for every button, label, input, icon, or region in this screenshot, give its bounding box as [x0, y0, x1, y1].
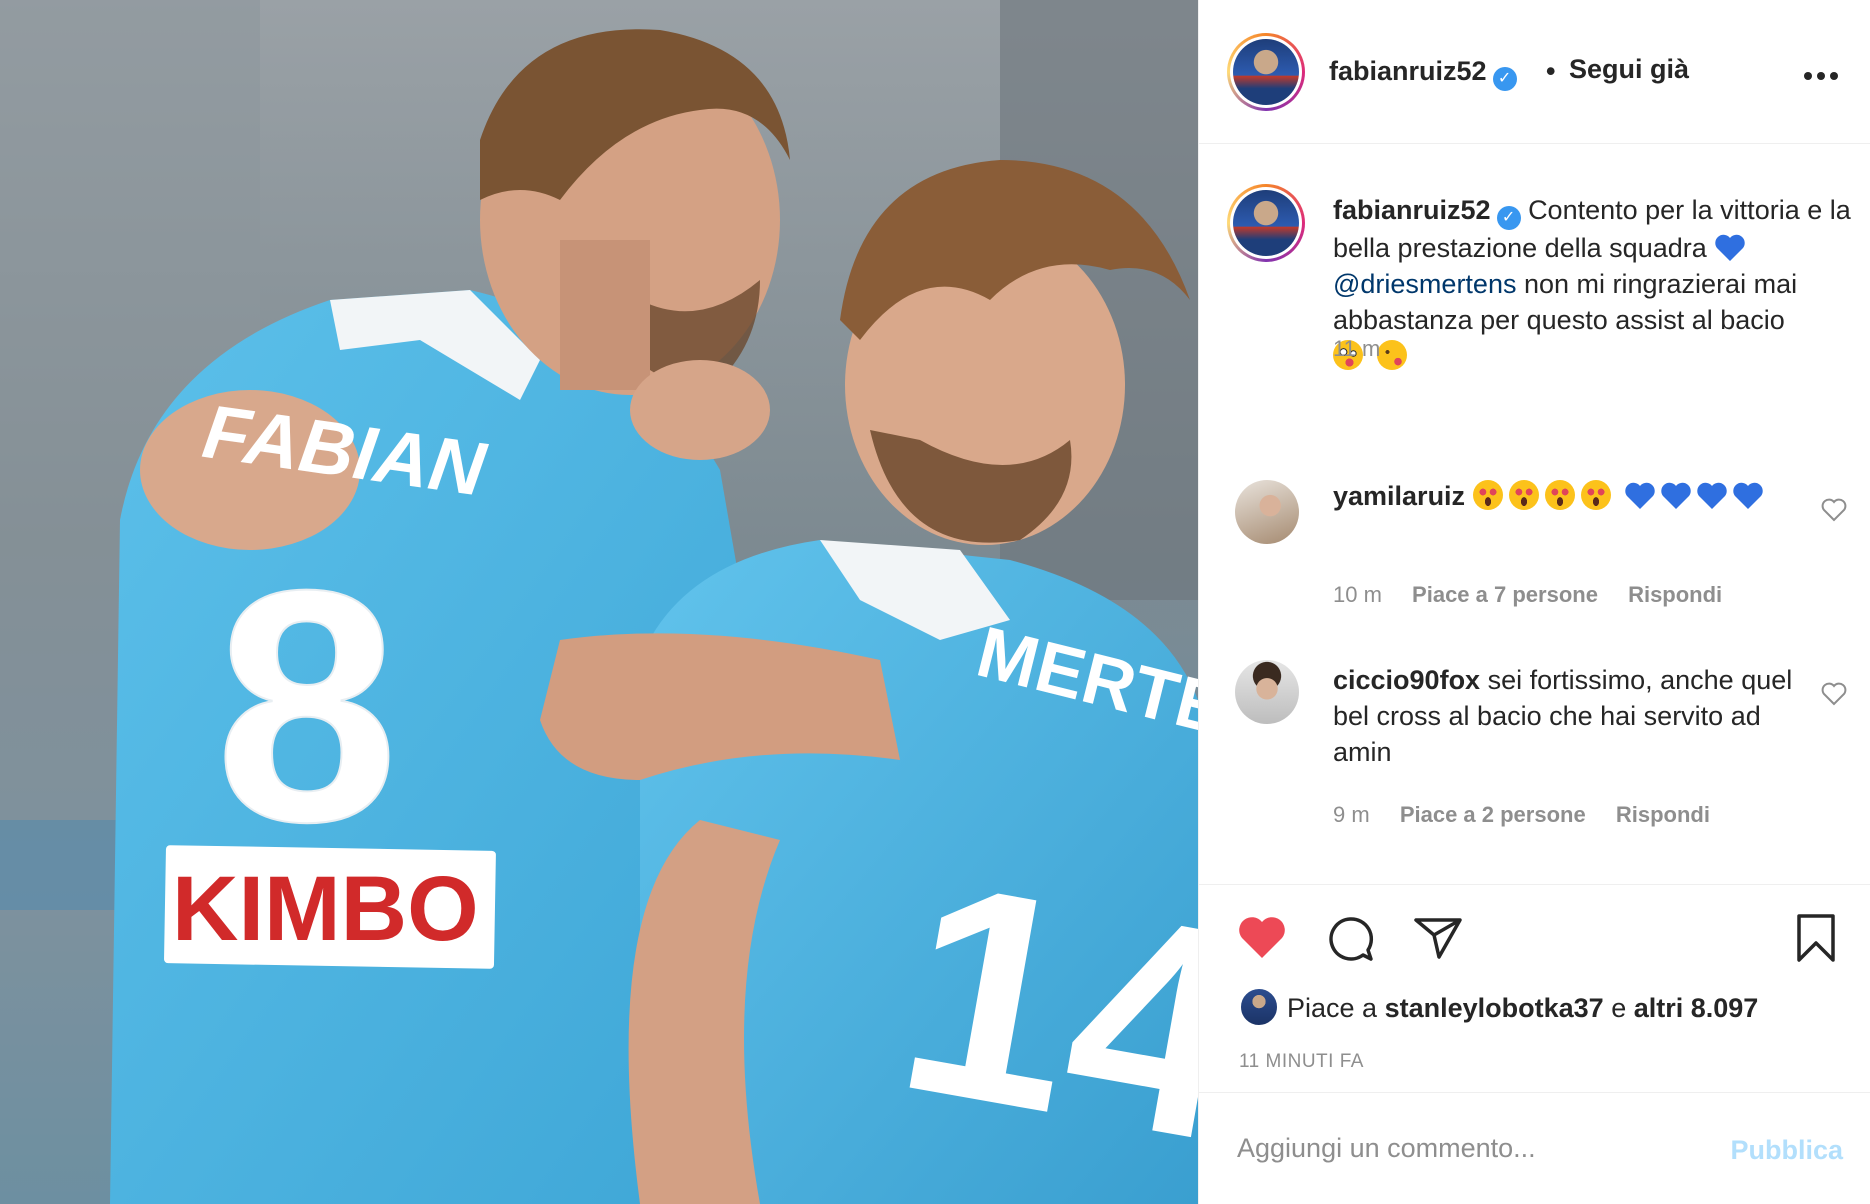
- following-button[interactable]: Segui già: [1569, 54, 1689, 85]
- comment-likes-link[interactable]: Piace a 7 persone: [1412, 582, 1598, 607]
- comment-avatar[interactable]: [1235, 480, 1299, 544]
- jersey-number-right: 14: [880, 816, 1198, 1204]
- jersey-number-left: 8: [215, 521, 399, 890]
- author-username[interactable]: fabianruiz52 ✓: [1329, 56, 1517, 91]
- comment-text: yamilaruiz: [1333, 478, 1793, 514]
- kiss-face-emoji-icon: [1376, 340, 1407, 370]
- reply-button[interactable]: Rispondi: [1628, 582, 1722, 607]
- comment-likes-link[interactable]: Piace a 2 persone: [1400, 802, 1586, 827]
- caption-time: 11 m: [1333, 336, 1381, 361]
- post-timestamp[interactable]: 11 MINUTI FA: [1239, 1051, 1364, 1073]
- mention-link[interactable]: @driesmertens: [1333, 269, 1516, 299]
- post-image: FABIAN 8 KIMBO MERTENS 14: [0, 0, 1198, 1204]
- reply-button[interactable]: Rispondi: [1616, 802, 1710, 827]
- heart-eyes-emoji-icon: [1472, 480, 1625, 511]
- caption-username[interactable]: fabianruiz52: [1333, 195, 1491, 225]
- comment-meta: 10 m Piace a 7 persone Rispondi: [1333, 582, 1746, 608]
- more-options-icon[interactable]: [1803, 52, 1839, 91]
- post-header: fabianruiz52 ✓ • Segui già: [1199, 0, 1870, 144]
- comment-bubble-icon[interactable]: [1325, 915, 1375, 968]
- comment-avatar[interactable]: [1235, 660, 1299, 724]
- post-photo[interactable]: FABIAN 8 KIMBO MERTENS 14: [0, 0, 1198, 1204]
- like-heart-icon[interactable]: [1237, 915, 1287, 966]
- comment-like-heart-icon[interactable]: [1821, 682, 1847, 711]
- comment-like-heart-icon[interactable]: [1821, 498, 1847, 527]
- comment-time: 9 m: [1333, 802, 1370, 827]
- verified-badge-icon: ✓: [1496, 206, 1521, 230]
- liker-username[interactable]: stanleylobotka37: [1385, 993, 1604, 1023]
- add-comment-bar: Pubblica: [1199, 1092, 1870, 1204]
- share-paper-plane-icon[interactable]: [1413, 915, 1463, 966]
- likes-count[interactable]: altri 8.097: [1634, 993, 1759, 1023]
- publish-button[interactable]: Pubblica: [1719, 1135, 1843, 1166]
- caption-text: fabianruiz52 ✓ Contento per la vittoria e…: [1333, 192, 1853, 374]
- likes-summary[interactable]: Piace a stanleylobotka37 e altri 8.097: [1239, 987, 1758, 1027]
- author-avatar[interactable]: [1227, 33, 1305, 111]
- sponsor-logo-text: KIMBO: [172, 858, 479, 960]
- liker-avatar: [1239, 987, 1279, 1027]
- comment-meta: 9 m Piace a 2 persone Rispondi: [1333, 802, 1734, 828]
- post-actions: Piace a stanleylobotka37 e altri 8.097 1…: [1199, 884, 1870, 1094]
- comment-username[interactable]: yamilaruiz: [1333, 481, 1465, 511]
- verified-badge-icon: ✓: [1492, 67, 1517, 91]
- add-comment-input[interactable]: [1237, 1123, 1707, 1173]
- caption-avatar[interactable]: [1227, 184, 1305, 262]
- comment-text: ciccio90fox sei fortissimo, anche quel b…: [1333, 665, 1793, 767]
- comment-time: 10 m: [1333, 582, 1382, 607]
- separator-dot: •: [1546, 56, 1556, 86]
- save-bookmark-icon[interactable]: [1795, 913, 1837, 968]
- comment-username[interactable]: ciccio90fox: [1333, 665, 1480, 695]
- blue-heart-emoji-icon: [1624, 481, 1768, 511]
- post-side-panel: fabianruiz52 ✓ • Segui già fabianruiz52 ✓ …: [1198, 0, 1870, 1204]
- blue-heart-emoji-icon: [1715, 234, 1745, 261]
